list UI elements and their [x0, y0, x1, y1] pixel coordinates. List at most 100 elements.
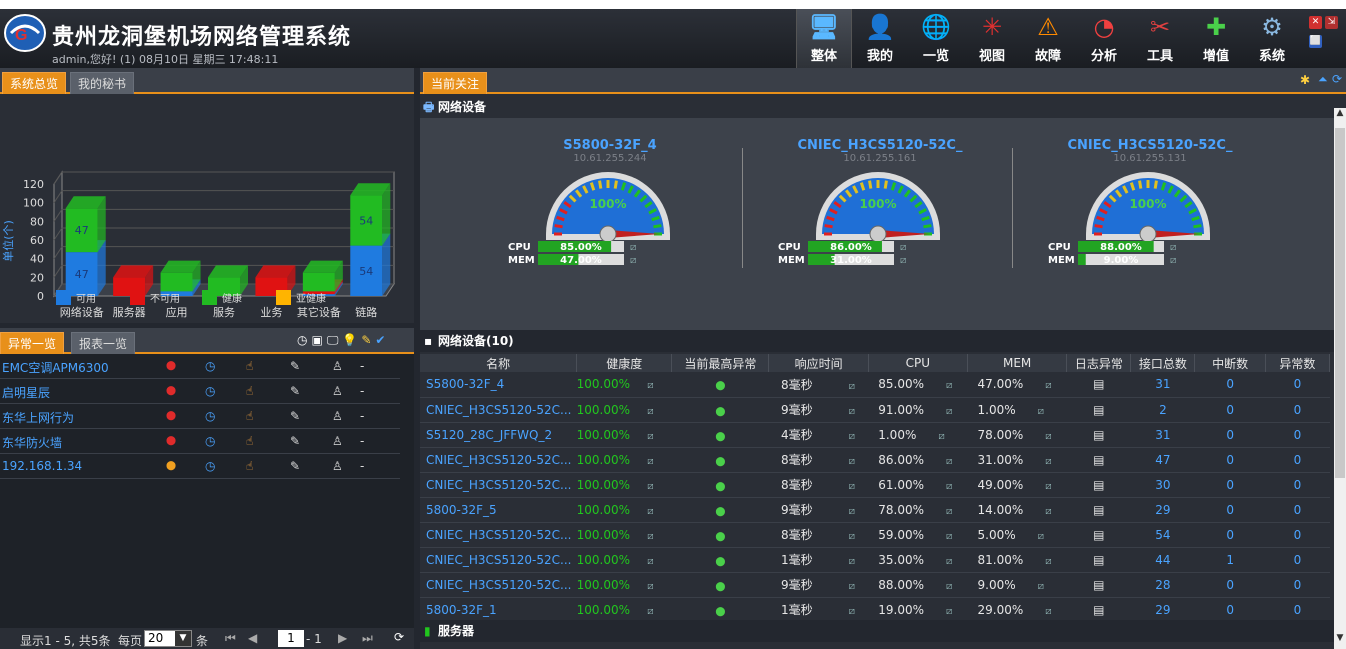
alarm-row[interactable]: 东华上网行为 ⬤ ◷ ☝ ✎ ♙ - [0, 404, 400, 429]
column-header[interactable]: 中断数 [1194, 354, 1266, 372]
tab-system-overview[interactable]: 系统总览 [2, 72, 67, 94]
scroll-up-icon[interactable]: ▲ [1334, 108, 1346, 122]
error-count[interactable]: 0 [1265, 572, 1330, 598]
edit-icon[interactable]: ✎ [290, 359, 300, 373]
edit-icon[interactable]: ✎ [290, 384, 300, 398]
edit-icon[interactable]: ✎ [290, 459, 300, 473]
table-row[interactable]: CNIEC_H3CS5120-52C... 100.00% ⧄ ⬤ 8毫秒 ⧄ 86.00… [420, 447, 1330, 473]
table-row[interactable]: CNIEC_H3CS5120-52C... 100.00% ⧄ ⬤ 1毫秒 ⧄ 35.00… [420, 547, 1330, 573]
chart-icon[interactable]: ⧄ [946, 556, 952, 567]
chart-icon[interactable]: ⧄ [946, 581, 952, 592]
table-row[interactable]: 5800-32F_5 100.00% ⧄ ⬤ 9毫秒 ⧄ 78.00% ⧄ 14.00% ⧄ ▤ 2… [420, 497, 1330, 523]
interface-count[interactable]: 2 [1130, 397, 1195, 423]
user-icon[interactable]: ♙ [332, 434, 343, 448]
chart-icon[interactable]: ⧄ [1045, 431, 1051, 442]
error-count[interactable]: 0 [1265, 397, 1330, 423]
device-name[interactable]: CNIEC_H3CS5120-52C... [420, 472, 577, 498]
hand-pointer-icon[interactable]: ☝ [246, 459, 253, 473]
chart-icon[interactable]: ⧄ [644, 506, 653, 517]
alarm-name[interactable]: 东华上网行为 [2, 409, 74, 426]
chart-icon[interactable]: ⧄ [1045, 556, 1051, 567]
alarm-row[interactable]: 东华防火墙 ⬤ ◷ ☝ ✎ ♙ - [0, 429, 400, 454]
table-row[interactable]: S5800-32F_4 100.00% ⧄ ⬤ 8毫秒 ⧄ 85.00% ⧄ 47.00% ⧄ ▤… [420, 372, 1330, 398]
device-gauge[interactable]: CNIEC_H3CS5120-52C_ 10.61.255.161 100% CPU 8… [750, 118, 1010, 308]
scroll-thumb[interactable] [1335, 128, 1345, 478]
chevron-down-icon[interactable]: ▼ [175, 631, 191, 646]
device-name[interactable]: CNIEC_H3CS5120-52C... [420, 547, 577, 573]
nav-item-8[interactable]: ⚙ 系统 [1244, 9, 1300, 68]
nav-item-7[interactable]: ✚ 增值 [1188, 9, 1244, 68]
nav-item-3[interactable]: ✳ 视图 [964, 9, 1020, 68]
interface-count[interactable]: 31 [1130, 422, 1195, 448]
log-file-icon[interactable]: ▤ [1093, 578, 1104, 592]
alarm-name[interactable]: 192.168.1.34 [2, 459, 82, 473]
column-header[interactable]: 异常数 [1265, 354, 1331, 372]
down-count[interactable]: 0 [1194, 422, 1266, 448]
column-header[interactable]: 当前最高异常 [671, 354, 770, 372]
error-count[interactable]: 0 [1265, 372, 1330, 398]
error-count[interactable]: 0 [1265, 497, 1330, 523]
location-pin-icon[interactable]: ⬤ [166, 461, 176, 471]
chart-icon[interactable]: ⧄ [1038, 581, 1044, 592]
chart-icon[interactable]: ⧄ [644, 606, 653, 617]
interface-count[interactable]: 29 [1130, 597, 1195, 623]
bulb-icon[interactable]: 💡 [342, 333, 357, 348]
chart-icon[interactable]: ⧄ [1045, 606, 1051, 617]
log-file-icon[interactable]: ▤ [1093, 503, 1104, 517]
edit-icon[interactable]: ✎ [361, 333, 371, 348]
refresh-icon[interactable]: ⟳ [1332, 72, 1342, 86]
chart-icon[interactable]: ⧄ [644, 481, 653, 492]
down-count[interactable]: 0 [1194, 472, 1266, 498]
interface-count[interactable]: 30 [1130, 472, 1195, 498]
chart-icon[interactable]: ⧄ [849, 531, 855, 542]
error-count[interactable]: 0 [1265, 422, 1330, 448]
edit-icon[interactable]: ✎ [290, 434, 300, 448]
tab-current-focus[interactable]: 当前关注 [423, 72, 488, 94]
down-count[interactable]: 0 [1194, 597, 1266, 623]
settings-icon[interactable]: ✱ [1300, 73, 1310, 87]
log-file-icon[interactable]: ▤ [1093, 478, 1104, 492]
column-header[interactable]: 接口总数 [1130, 354, 1196, 372]
location-pin-icon[interactable]: ⬤ [166, 361, 176, 371]
down-count[interactable]: 1 [1194, 547, 1266, 573]
chart-icon[interactable]: ⧄ [1038, 531, 1044, 542]
gauge-device-name[interactable]: CNIEC_H3CS5120-52C_ [1020, 138, 1280, 153]
close-icon[interactable]: ✕ [1309, 16, 1322, 29]
device-name[interactable]: 5800-32F_5 [420, 497, 577, 523]
chart-icon[interactable]: ⧄ [946, 531, 952, 542]
column-header[interactable]: 名称 [420, 354, 578, 372]
column-header[interactable]: 响应时间 [768, 354, 869, 372]
chart-icon[interactable]: ⧄ [849, 556, 855, 567]
chart-icon[interactable]: ⧄ [1045, 481, 1051, 492]
status-pin-icon[interactable]: ⬤ [715, 457, 725, 467]
nav-item-4[interactable]: ⚠ 故障 [1020, 9, 1076, 68]
chart-icon[interactable]: ⧄ [946, 506, 952, 517]
hand-pointer-icon[interactable]: ☝ [246, 359, 253, 373]
location-pin-icon[interactable]: ⬤ [166, 386, 176, 396]
device-name[interactable]: 5800-32F_1 [420, 597, 577, 623]
table-row[interactable]: CNIEC_H3CS5120-52C... 100.00% ⧄ ⬤ 9毫秒 ⧄ 91.00… [420, 397, 1330, 423]
alarm-row[interactable]: 192.168.1.34 ⬤ ◷ ☝ ✎ ♙ - [0, 454, 400, 479]
hand-pointer-icon[interactable]: ☝ [246, 434, 253, 448]
save-icon[interactable]: ▣ [311, 333, 322, 348]
chart-icon[interactable]: ⧄ [1038, 406, 1044, 417]
column-header[interactable]: CPU [868, 354, 969, 372]
alarm-name[interactable]: EMC空调APM6300 [2, 359, 109, 376]
collapse-icon[interactable]: ⏶ [1318, 72, 1328, 87]
hand-pointer-icon[interactable]: ☝ [246, 409, 253, 423]
scrollbar[interactable]: ▲ ▼ [1334, 108, 1346, 649]
device-name[interactable]: S5800-32F_4 [420, 372, 577, 398]
table-row[interactable]: CNIEC_H3CS5120-52C... 100.00% ⧄ ⬤ 8毫秒 ⧄ 61.00… [420, 472, 1330, 498]
clock-icon[interactable]: ◷ [205, 434, 215, 448]
chart-icon[interactable]: ⧄ [849, 456, 855, 467]
hand-pointer-icon[interactable]: ☝ [246, 384, 253, 398]
log-file-icon[interactable]: ▤ [1093, 377, 1104, 391]
log-file-icon[interactable]: ▤ [1093, 453, 1104, 467]
log-file-icon[interactable]: ▤ [1093, 553, 1104, 567]
table-row[interactable]: CNIEC_H3CS5120-52C... 100.00% ⧄ ⬤ 9毫秒 ⧄ 88.00… [420, 572, 1330, 598]
location-pin-icon[interactable]: ⬤ [166, 436, 176, 446]
chart-icon[interactable]: ⧄ [849, 381, 855, 392]
chart-icon[interactable]: ⧄ [849, 581, 855, 592]
interface-count[interactable]: 47 [1130, 447, 1195, 473]
column-header[interactable]: 健康度 [576, 354, 673, 372]
